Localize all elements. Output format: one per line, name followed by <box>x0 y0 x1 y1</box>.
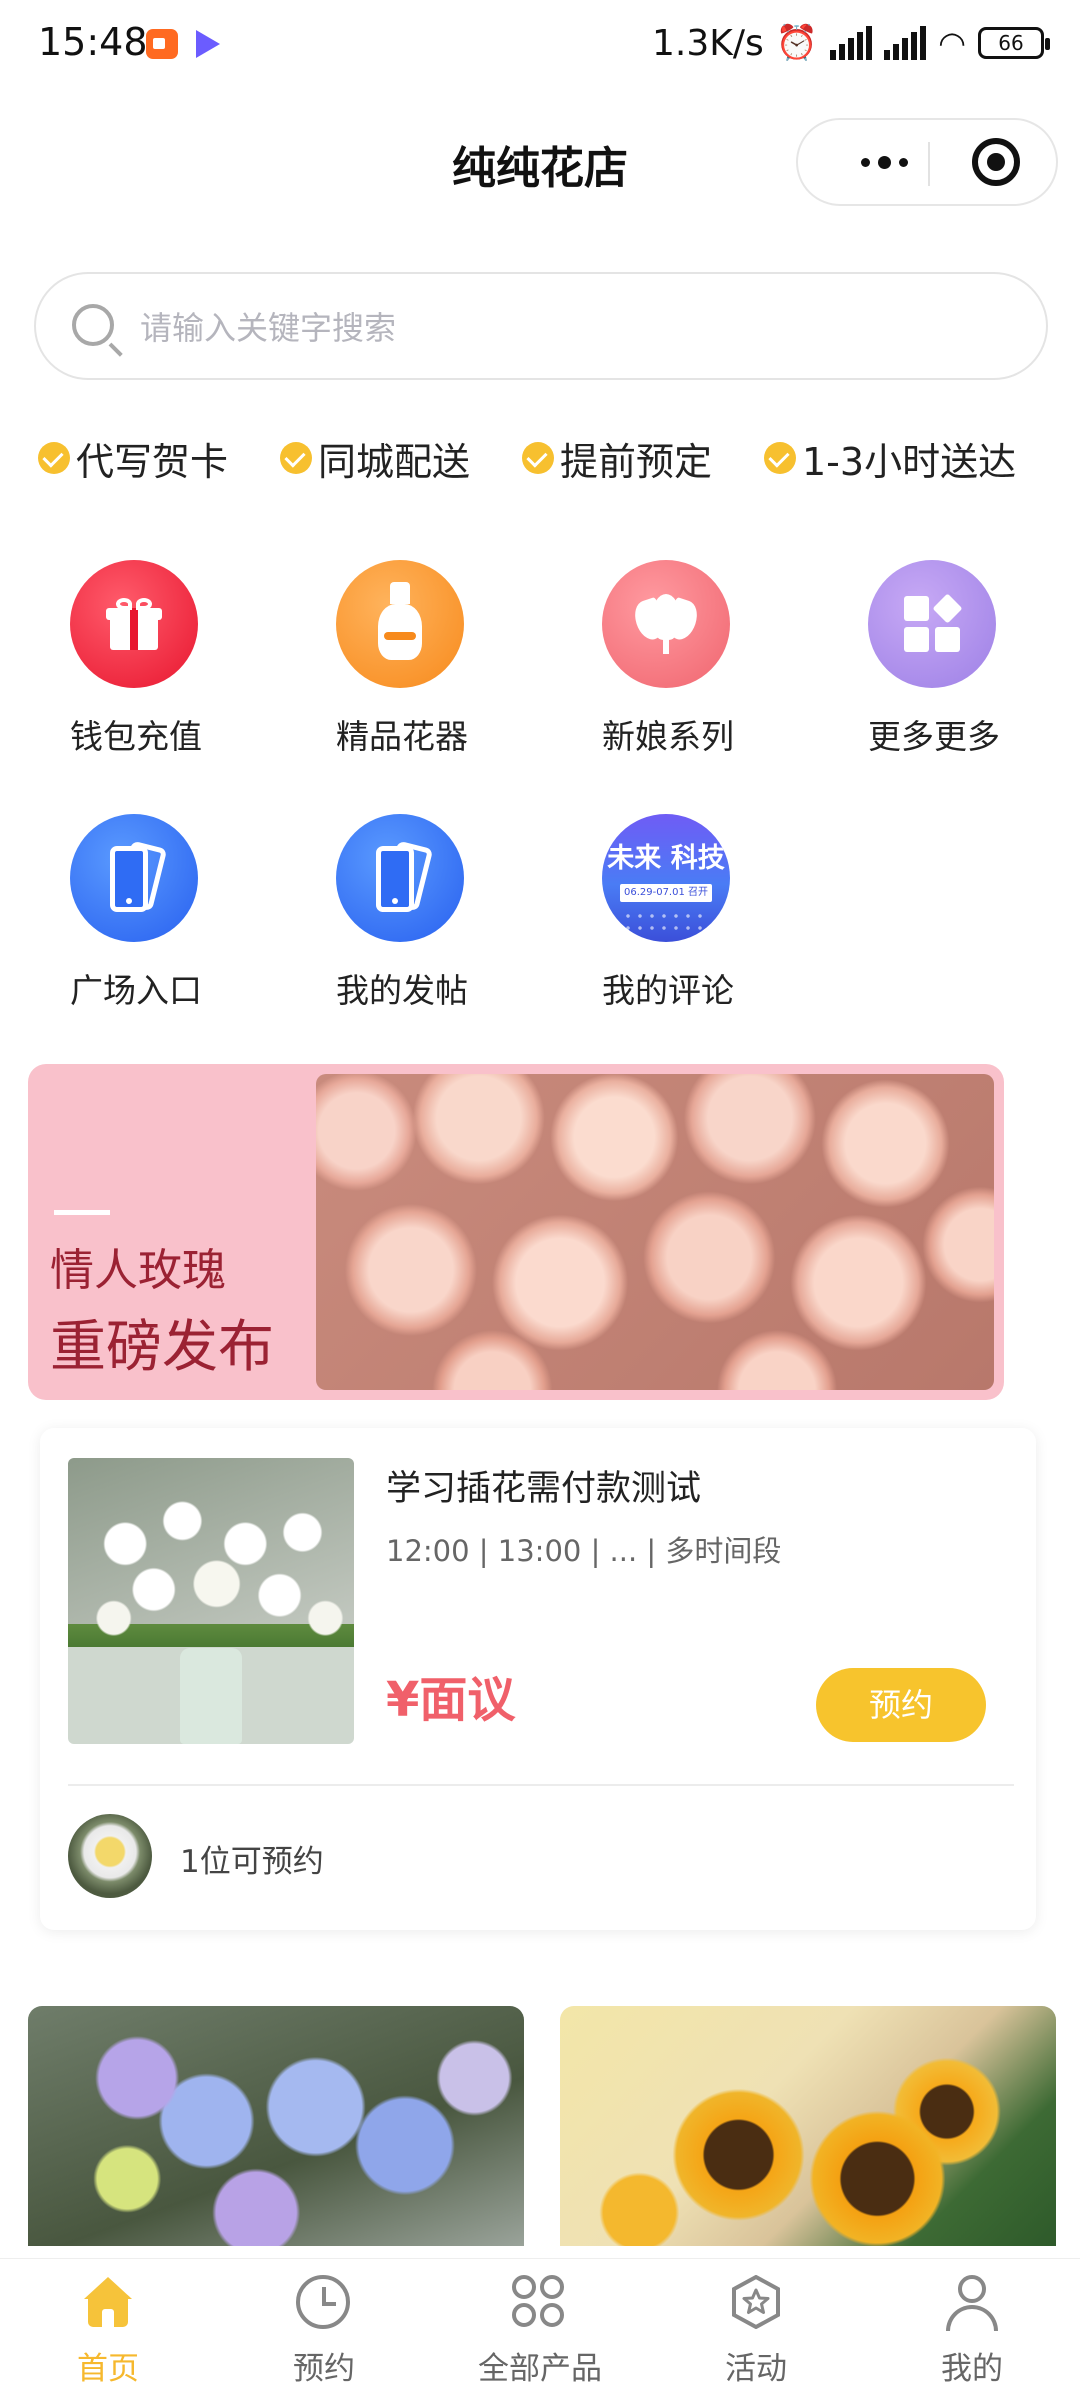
search-input[interactable] <box>140 300 1000 356</box>
title-bar: 纯纯花店 <box>0 110 1080 210</box>
promo-banner[interactable]: 情人玫瑰 重磅发布 <box>28 1064 1004 1400</box>
promo-date: 06.29-07.01 召开 <box>620 884 712 902</box>
card-divider <box>68 1784 1014 1786</box>
status-right: 1.3K/s ⏰ ◠ 66 <box>651 18 1050 68</box>
grid-item-bridal[interactable]: 新娘系列 <box>568 560 768 760</box>
capsule-menu <box>796 118 1058 206</box>
grid-item-label: 更多更多 <box>868 717 1000 756</box>
tab-bar: 首页 预约 全部产品 活动 我的 <box>0 2258 1080 2400</box>
feature-item: 同城配送 <box>280 428 522 488</box>
signal-hd-icon <box>884 26 927 60</box>
grid-item-more[interactable]: 更多更多 <box>834 560 1034 760</box>
product-thumb-sunflower[interactable] <box>560 2006 1056 2246</box>
feature-label: 代写贺卡 <box>76 439 229 484</box>
book-button[interactable]: 预约 <box>816 1668 986 1742</box>
grid-item-label: 广场入口 <box>70 971 202 1010</box>
feature-label: 同城配送 <box>318 439 471 484</box>
grid-item-label: 钱包充值 <box>70 717 202 756</box>
flower-photo <box>68 1458 354 1744</box>
card-time-slots: 12:00 | 13:00 | ... | 多时间段 <box>386 1534 782 1568</box>
user-icon <box>944 2275 1000 2331</box>
tulip-icon <box>602 560 730 688</box>
check-badge-icon <box>522 442 554 474</box>
card-price: ¥面议 <box>386 1672 516 1728</box>
tab-mine[interactable]: 我的 <box>864 2259 1080 2400</box>
banner-subtitle: 情人玫瑰 <box>50 1245 226 1296</box>
promo-image: 未来 科技 06.29-07.01 召开 <box>602 814 730 942</box>
feature-item: 提前预定 <box>522 428 764 488</box>
appointment-card[interactable]: 学习插花需付款测试 12:00 | 13:00 | ... | 多时间段 ¥面议… <box>40 1428 1036 1930</box>
more-dots-icon[interactable] <box>834 120 934 204</box>
feature-label: 提前预定 <box>560 439 713 484</box>
search-bar[interactable] <box>34 272 1048 380</box>
alarm-icon: ⏰ <box>775 23 819 63</box>
card-title: 学习插花需付款测试 <box>386 1469 702 1509</box>
promo-pattern <box>622 910 710 930</box>
grid-item-label: 精品花器 <box>336 717 468 756</box>
target-close-icon[interactable] <box>972 138 1020 186</box>
grid-item-my-comments[interactable]: 未来 科技 06.29-07.01 召开 我的评论 <box>568 814 768 1014</box>
home-icon <box>80 2275 136 2331</box>
check-badge-icon <box>38 442 70 474</box>
feature-list: 代写贺卡 同城配送 提前预定 1-3小时送达 <box>38 428 1058 488</box>
grid-item-label: 我的发帖 <box>336 971 468 1010</box>
star-badge-icon <box>728 2274 784 2331</box>
available-count: 1位可预约 <box>180 1844 324 1880</box>
apps-icon <box>868 560 996 688</box>
gift-icon <box>70 560 198 688</box>
tab-label: 首页 <box>77 2351 139 2387</box>
promo-title: 未来 科技 <box>607 843 725 874</box>
video-app-icon <box>146 29 178 59</box>
product-thumb-hydrangea[interactable] <box>28 2006 524 2246</box>
grid-item-plaza[interactable]: 广场入口 <box>36 814 236 1014</box>
vase-icon <box>336 560 464 688</box>
clock-icon <box>296 2275 352 2331</box>
grid-item-wallet-recharge[interactable]: 钱包充值 <box>36 560 236 760</box>
wifi-icon: ◠ <box>938 24 966 62</box>
phone-icon <box>70 814 198 942</box>
phone-icon <box>336 814 464 942</box>
tab-all-products[interactable]: 全部产品 <box>432 2259 648 2400</box>
check-badge-icon <box>280 442 312 474</box>
network-speed: 1.3K/s <box>651 22 764 64</box>
tab-label: 活动 <box>725 2351 787 2387</box>
feature-label: 1-3小时送达 <box>802 439 1017 484</box>
grid-item-vases[interactable]: 精品花器 <box>302 560 502 760</box>
check-badge-icon <box>764 442 796 474</box>
capsule-divider <box>928 142 930 186</box>
status-bar: 15:48 1.3K/s ⏰ ◠ 66 <box>0 0 1080 90</box>
roses-photo <box>316 1074 994 1390</box>
feature-item: 1-3小时送达 <box>764 428 1058 488</box>
banner-dash <box>54 1210 110 1215</box>
tab-booking[interactable]: 预约 <box>216 2259 432 2400</box>
battery-level: 66 <box>998 31 1024 55</box>
signal-hd-icon <box>830 26 873 60</box>
avatar <box>68 1814 152 1898</box>
status-time: 15:48 <box>38 20 148 64</box>
tab-home[interactable]: 首页 <box>0 2259 216 2400</box>
feature-item: 代写贺卡 <box>38 428 280 488</box>
banner-title: 重磅发布 <box>50 1315 274 1380</box>
grid-item-my-posts[interactable]: 我的发帖 <box>302 814 502 1014</box>
tab-label: 我的 <box>941 2351 1003 2387</box>
grid-item-label: 我的评论 <box>602 971 734 1010</box>
search-icon <box>72 304 114 346</box>
grid-item-label: 新娘系列 <box>602 717 734 756</box>
tab-label: 预约 <box>293 2351 355 2387</box>
tab-activities[interactable]: 活动 <box>648 2259 864 2400</box>
tab-label: 全部产品 <box>478 2351 602 2387</box>
battery-icon: 66 <box>978 27 1050 59</box>
play-store-icon <box>196 30 220 58</box>
grid-icon <box>512 2275 568 2331</box>
